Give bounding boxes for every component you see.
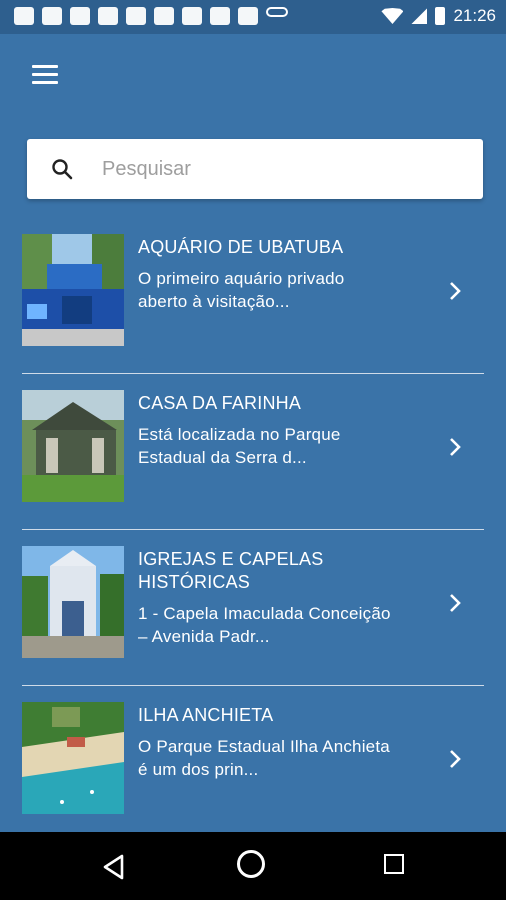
item-description: O primeiro aquário privado aberto à visi…: [138, 267, 438, 313]
back-icon[interactable]: [102, 854, 126, 880]
photos-icon: [182, 7, 202, 25]
description-line: 1 - Capela Imaculada Conceição: [138, 604, 391, 623]
description-line: – Avenida Padr...: [138, 627, 270, 646]
item-title-block: CASA DA FARINHA Está localizada no Parqu…: [138, 392, 438, 469]
item-title: CASA DA FARINHA: [138, 393, 302, 413]
chevron-right-icon: [450, 750, 461, 768]
casa-da-farinha-thumbnail: [22, 390, 124, 502]
list-item[interactable]: CASA DA FARINHA Está localizada no Parqu…: [0, 374, 506, 530]
search-bar[interactable]: [27, 139, 483, 199]
list-item[interactable]: ILHA ANCHIETA O Parque Estadual Ilha Anc…: [0, 686, 506, 842]
chevron-right-icon: [450, 594, 461, 612]
notification-icons: [14, 7, 288, 25]
status-bar: 21:26: [0, 0, 506, 34]
clock: 21:26: [453, 6, 496, 25]
description-line: Está localizada no Parque: [138, 425, 341, 444]
menu-icon: [32, 65, 58, 68]
youtube-icon: [154, 7, 174, 25]
menu-button[interactable]: [32, 65, 58, 85]
search-icon: [52, 159, 73, 180]
recents-button[interactable]: [384, 854, 404, 874]
battery-icon: [435, 7, 446, 25]
item-description: 1 - Capela Imaculada Conceição – Avenida…: [138, 602, 438, 648]
drive-icon: [126, 7, 146, 25]
item-title-block: AQUÁRIO DE UBATUBA O primeiro aquário pr…: [138, 236, 438, 313]
island-thumbnail: [22, 702, 124, 814]
church-thumbnail: [22, 546, 124, 658]
chevron-right-icon: [450, 438, 461, 456]
navigation-bar: [0, 832, 506, 900]
news-icon: [42, 7, 62, 25]
voicemail-icon: [266, 7, 288, 17]
wifi-icon: [381, 8, 404, 24]
item-title-block: IGREJAS E CAPELAS HISTÓRICAS 1 - Capela …: [138, 548, 438, 648]
item-title: AQUÁRIO DE UBATUBA: [138, 237, 344, 257]
signal-icon: [411, 8, 428, 24]
item-description: O Parque Estadual Ilha Anchieta é um dos…: [138, 735, 438, 781]
search-input[interactable]: [100, 156, 464, 182]
description-line: é um dos prin...: [138, 760, 259, 779]
chevron-right-icon: [450, 282, 461, 300]
description-line: O primeiro aquário privado: [138, 269, 345, 288]
drive-icon: [210, 7, 230, 25]
aquarium-thumbnail: [22, 234, 124, 346]
drive-icon: [238, 7, 258, 25]
attractions-list: AQUÁRIO DE UBATUBA O primeiro aquário pr…: [0, 218, 506, 842]
item-title-block: ILHA ANCHIETA O Parque Estadual Ilha Anc…: [138, 704, 438, 781]
list-item[interactable]: AQUÁRIO DE UBATUBA O primeiro aquário pr…: [0, 218, 506, 374]
item-title: ILHA ANCHIETA: [138, 705, 274, 725]
home-button[interactable]: [237, 850, 265, 878]
item-description: Está localizada no Parque Estadual da Se…: [138, 423, 438, 469]
item-title: IGREJAS E CAPELAS HISTÓRICAS: [138, 549, 324, 592]
gmail-icon: [98, 7, 118, 25]
description-line: Estadual da Serra d...: [138, 448, 307, 467]
description-line: O Parque Estadual Ilha Anchieta: [138, 737, 390, 756]
outlook-icon: [70, 7, 90, 25]
message-icon: [14, 7, 34, 25]
status-right: 21:26: [381, 6, 496, 26]
description-line: aberto à visitação...: [138, 292, 290, 311]
list-item[interactable]: IGREJAS E CAPELAS HISTÓRICAS 1 - Capela …: [0, 530, 506, 686]
